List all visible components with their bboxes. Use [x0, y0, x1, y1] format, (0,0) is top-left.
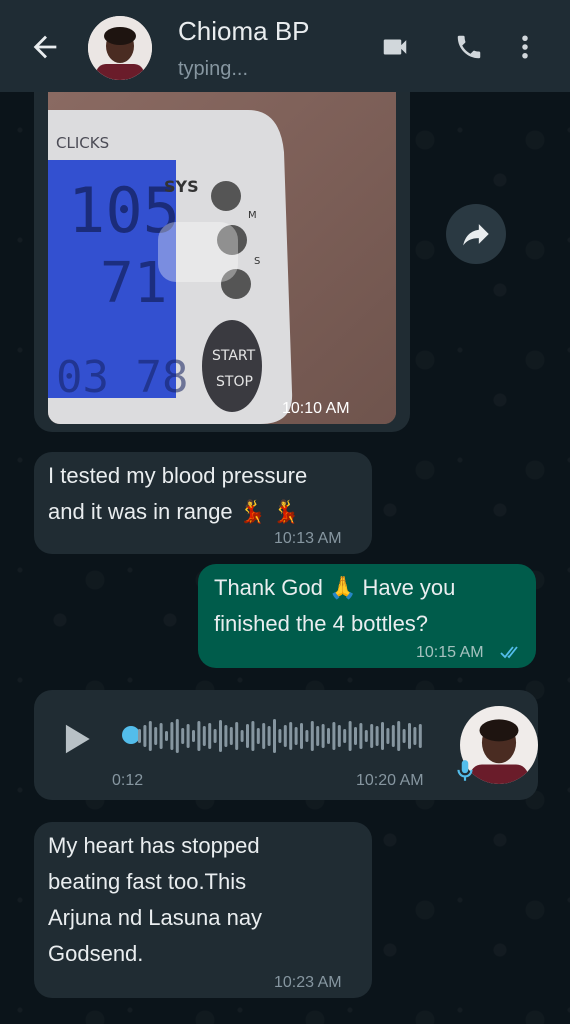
svg-text:START: START	[212, 348, 256, 364]
waveform-bar	[364, 730, 368, 742]
waveform-bar	[240, 730, 244, 742]
contact-name[interactable]: Chioma BP	[178, 16, 310, 47]
waveform-bar	[273, 719, 276, 753]
waveform-bar	[294, 727, 298, 745]
waveform-bar	[337, 725, 341, 747]
waveform-bar	[202, 726, 206, 746]
waveform-bar	[256, 728, 260, 744]
message-line: Godsend.	[48, 941, 144, 966]
waveform-bar	[375, 726, 379, 746]
photo-sys-label: SYS	[164, 177, 199, 196]
waveform-bar	[397, 721, 401, 751]
waveform-bar	[229, 727, 233, 745]
message-line: I tested my blood pressure	[48, 463, 308, 488]
waveform-bar	[413, 727, 417, 745]
waveform-bar	[354, 727, 357, 745]
waveform-bar	[418, 724, 422, 748]
double-check-icon	[500, 646, 518, 659]
waveform-bar	[327, 728, 330, 744]
message-line: My heart has stopped	[48, 833, 260, 858]
waveform-bar	[348, 721, 352, 751]
blood-pressure-photo[interactable]: 105 71 03 78 CLICKS SYS M S START STOP	[48, 92, 396, 424]
waveform-bar	[289, 722, 293, 750]
outgoing-text-message[interactable]: Thank God 🙏 Have you finished the 4 bott…	[198, 564, 536, 668]
photo-brand-text: CLICKS	[56, 134, 109, 152]
waveform-bar	[213, 729, 217, 743]
svg-text:71: 71	[100, 251, 167, 316]
text-message[interactable]: My heart has stopped beating fast too.Th…	[34, 822, 372, 998]
message-time: 10:23 AM	[274, 974, 342, 991]
waveform-bar	[170, 722, 174, 750]
waveform-bar	[208, 723, 212, 749]
voice-duration: 0:12	[112, 772, 144, 789]
microphone-icon	[457, 760, 473, 781]
waveform-bar	[175, 719, 179, 753]
message-time: 10:20 AM	[356, 772, 424, 789]
waveform-bar	[343, 729, 347, 743]
voice-waveform[interactable]	[138, 716, 428, 756]
share-arrow-icon	[463, 224, 489, 246]
waveform-bar	[181, 728, 185, 744]
voice-message[interactable]: 0:12 10:20 AM	[34, 690, 538, 800]
phone-icon[interactable]	[452, 32, 486, 62]
photo-s-label: S	[254, 256, 260, 267]
waveform-bar	[278, 729, 282, 743]
waveform-bar	[262, 723, 266, 749]
svg-text:03 78: 03 78	[56, 352, 188, 403]
svg-text:STOP: STOP	[216, 374, 253, 390]
waveform-bar	[235, 722, 239, 750]
waveform-bar	[316, 726, 320, 746]
message-time: 10:10 AM	[282, 400, 350, 417]
message-line: and it was in range 💃 💃	[48, 499, 300, 524]
waveform-bar	[305, 730, 309, 742]
arrow-left-icon[interactable]	[28, 30, 62, 64]
waveform-bar	[165, 731, 168, 741]
waveform-bar	[381, 722, 384, 750]
waveform-bar	[267, 726, 271, 746]
waveform-bar	[246, 724, 249, 748]
message-line: Thank God 🙏 Have you	[214, 575, 456, 600]
waveform-bar	[138, 729, 141, 743]
waveform-bar	[391, 725, 395, 747]
waveform-bar	[197, 721, 201, 751]
waveform-bar	[186, 724, 190, 748]
message-line: Arjuna nd Lasuna nay	[48, 905, 263, 930]
waveform-bar	[300, 723, 303, 749]
waveform-bar	[402, 729, 406, 743]
forward-button[interactable]	[446, 204, 506, 264]
message-time: 10:13 AM	[274, 530, 342, 547]
text-message[interactable]: I tested my blood pressure and it was in…	[34, 452, 372, 554]
waveform-bar	[359, 723, 363, 749]
waveform-bar	[159, 723, 163, 749]
message-line: beating fast too.This	[48, 869, 247, 894]
waveform-bar	[148, 721, 152, 751]
waveform-bar	[408, 723, 411, 749]
waveform-bar	[219, 720, 222, 752]
waveform-bar	[283, 725, 287, 747]
waveform-bar	[143, 725, 147, 747]
video-camera-icon[interactable]	[378, 32, 412, 62]
waveform-bar	[332, 722, 336, 750]
waveform-bar	[370, 724, 374, 748]
three-dots-vertical-icon[interactable]	[510, 32, 540, 62]
message-line: finished the 4 bottles?	[214, 611, 429, 636]
message-time: 10:15 AM	[416, 644, 484, 661]
chat-header: Chioma BP typing...	[0, 0, 570, 92]
typing-status: typing...	[178, 58, 249, 80]
waveform-bar	[192, 730, 195, 742]
photo-m-label: M	[248, 210, 257, 221]
waveform-bar	[321, 724, 325, 748]
contact-avatar[interactable]	[88, 16, 152, 80]
waveform-bar	[251, 721, 255, 751]
play-icon[interactable]	[58, 720, 96, 758]
waveform-bar	[154, 727, 158, 745]
waveform-bar	[386, 728, 390, 744]
waveform-bar	[310, 721, 314, 751]
waveform-bar	[224, 725, 228, 747]
